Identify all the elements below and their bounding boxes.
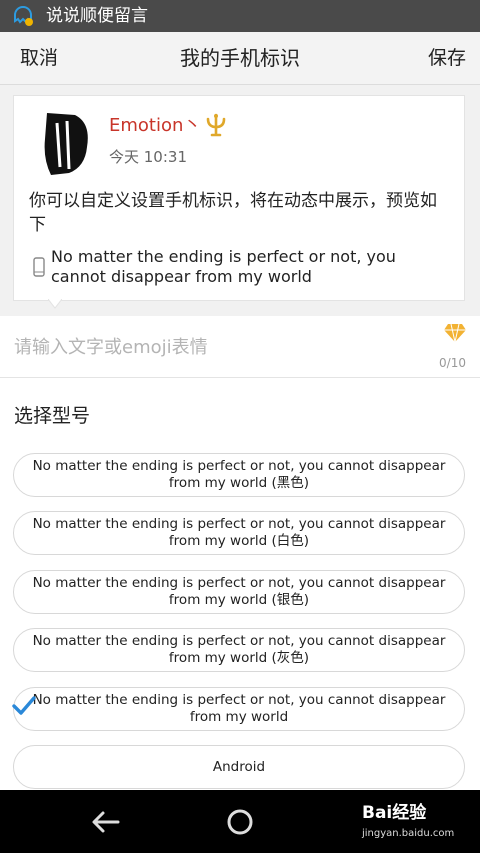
watermark-url: jingyan.baidu.com [362, 828, 455, 839]
preview-card: Emotion丶 今天 10:31 你可以自定义设置手机标识，将在动态中展示，预… [13, 95, 465, 301]
watermark-logo: Bai经验 [362, 803, 427, 823]
home-icon[interactable] [224, 807, 256, 837]
phone-icon [33, 257, 45, 277]
back-icon[interactable] [90, 807, 122, 837]
model-option[interactable]: No matter the ending is perfect or not, … [13, 570, 465, 614]
label-input-area: 0/10 [0, 316, 480, 378]
char-counter: 0/10 [439, 356, 466, 370]
device-label: No matter the ending is perfect or not, … [51, 247, 396, 286]
model-option-label: Android [212, 758, 266, 775]
status-bar: 说说顺便留言 [0, 0, 480, 32]
gem-icon[interactable] [443, 323, 467, 343]
model-option-label: No matter the ending is perfect or not, … [32, 516, 446, 549]
check-icon [12, 696, 36, 715]
model-option-label: No matter the ending is perfect or not, … [32, 633, 446, 666]
model-option-selected[interactable]: No matter the ending is perfect or not, … [13, 687, 465, 731]
model-option-label: No matter the ending is perfect or not, … [32, 692, 446, 725]
label-input[interactable] [14, 334, 394, 360]
post-text: 你可以自定义设置手机标识，将在动态中展示，预览如下 [29, 191, 437, 235]
card-pointer [48, 299, 62, 309]
baidu-watermark: Bai经验 jingyan.baidu.com [362, 802, 462, 846]
save-button[interactable]: 保存 [428, 46, 466, 70]
system-nav-bar: Bai经验 jingyan.baidu.com [0, 790, 480, 853]
model-option[interactable]: No matter the ending is perfect or not, … [13, 511, 465, 555]
vip-badge-icon [206, 113, 226, 137]
section-title: 选择型号 [14, 405, 91, 427]
notification-title: 说说顺便留言 [46, 6, 148, 26]
page-title: 我的手机标识 [180, 46, 300, 70]
model-option[interactable]: No matter the ending is perfect or not, … [13, 628, 465, 672]
model-option-label: No matter the ending is perfect or not, … [32, 575, 446, 608]
post-time: 今天 10:31 [109, 148, 187, 166]
nickname[interactable]: Emotion丶 [109, 114, 201, 138]
nav-bar: 取消 我的手机标识 保存 [0, 32, 480, 85]
avatar [37, 109, 97, 177]
qq-space-icon [14, 5, 33, 26]
model-option[interactable]: No matter the ending is perfect or not, … [13, 453, 465, 497]
model-option-label: No matter the ending is perfect or not, … [32, 458, 446, 491]
model-panel: 选择型号 No matter the ending is perfect or … [0, 378, 480, 790]
model-option[interactable]: Android [13, 745, 465, 789]
